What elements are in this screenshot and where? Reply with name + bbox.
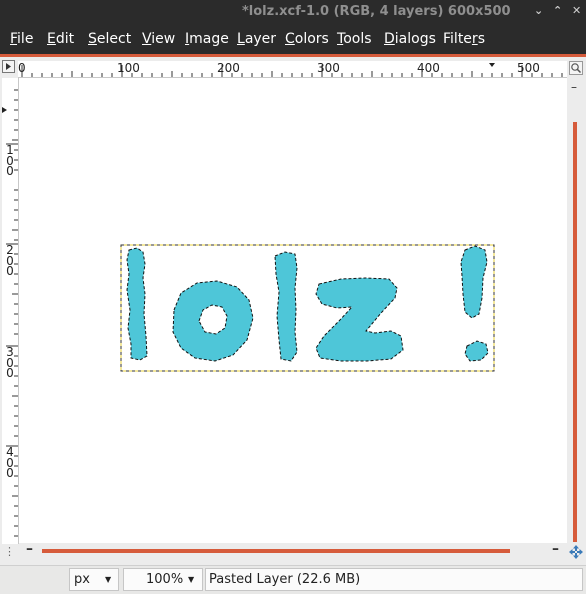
vertical-scrollbar-thumb[interactable] (573, 122, 577, 542)
zoom-selector[interactable]: 100% ▼ (123, 568, 203, 591)
minimize-button[interactable]: ⌄ (534, 4, 543, 17)
letter-o (172, 280, 254, 362)
horizontal-ruler[interactable]: 0 100 200 300 400 500 (18, 61, 567, 78)
nav-dash-icon[interactable]: – (571, 80, 577, 94)
menu-colors[interactable]: Colors (285, 31, 329, 47)
scroll-left-icon[interactable]: – (26, 541, 33, 557)
ruler-label: 100 (117, 61, 140, 75)
ruler-label: 200 (217, 61, 240, 75)
canvas-drawing (120, 244, 495, 372)
horizontal-scrollbar-thumb[interactable] (42, 549, 510, 553)
menu-select[interactable]: Select (88, 31, 131, 47)
navigate-icon[interactable] (569, 545, 583, 559)
chevron-down-icon: ▼ (188, 575, 195, 584)
exclamation-bar (460, 245, 488, 319)
menu-image[interactable]: Image (185, 31, 229, 47)
menu-layer[interactable]: Layer (237, 31, 276, 47)
ruler-label-200: 200 (6, 243, 14, 278)
window-titlebar: *lolz.xcf-1.0 (RGB, 4 layers) 600x500 ⌄ … (0, 0, 586, 24)
horizontal-ruler-ticks (21, 63, 563, 77)
letter-l (274, 251, 298, 362)
letter-l (126, 247, 148, 361)
zoom-icon[interactable] (569, 61, 583, 75)
letter-z (315, 277, 404, 362)
zoom-value: 100% (146, 572, 184, 587)
image-canvas[interactable] (19, 78, 567, 543)
scroll-right-icon[interactable]: – (552, 541, 559, 557)
status-message-text: Pasted Layer (22.6 MB) (209, 572, 361, 587)
menu-tools[interactable]: Tools (337, 31, 372, 47)
ruler-label: 0 (18, 61, 26, 75)
menu-file[interactable]: File (10, 31, 33, 47)
unit-value: px (74, 572, 90, 587)
maximize-button[interactable]: ⌃ (553, 4, 562, 17)
ruler-label-400: 400 (6, 445, 14, 480)
exclamation-dot (464, 340, 489, 362)
window-title: *lolz.xcf-1.0 (RGB, 4 layers) 600x500 (242, 4, 511, 19)
ruler-label: 500 (517, 61, 540, 75)
statusbar: px ▼ 100% ▼ Pasted Layer (22.6 MB) (0, 565, 586, 594)
status-message: Pasted Layer (22.6 MB) (205, 568, 583, 591)
menu-dialogs[interactable]: Dialogs (384, 31, 436, 47)
quick-mask-icon[interactable]: ⋮ (4, 545, 15, 558)
vertical-ruler[interactable]: 100 200 300 400 (2, 78, 19, 544)
lolz-text-selection (126, 245, 489, 362)
ruler-label-300: 300 (6, 345, 14, 380)
menu-arrow-icon[interactable] (2, 60, 17, 75)
menu-edit[interactable]: Edit (47, 31, 74, 47)
ruler-label: 400 (417, 61, 440, 75)
ruler-label-100: 100 (6, 143, 14, 178)
menu-filters[interactable]: Filters (443, 31, 485, 47)
menubar: File Edit Select View Image Layer Colors… (0, 24, 586, 54)
unit-selector[interactable]: px ▼ (69, 568, 119, 591)
close-button[interactable]: ✕ (572, 4, 581, 17)
chevron-down-icon: ▼ (105, 575, 112, 584)
ruler-label: 300 (317, 61, 340, 75)
menu-view[interactable]: View (142, 31, 175, 47)
